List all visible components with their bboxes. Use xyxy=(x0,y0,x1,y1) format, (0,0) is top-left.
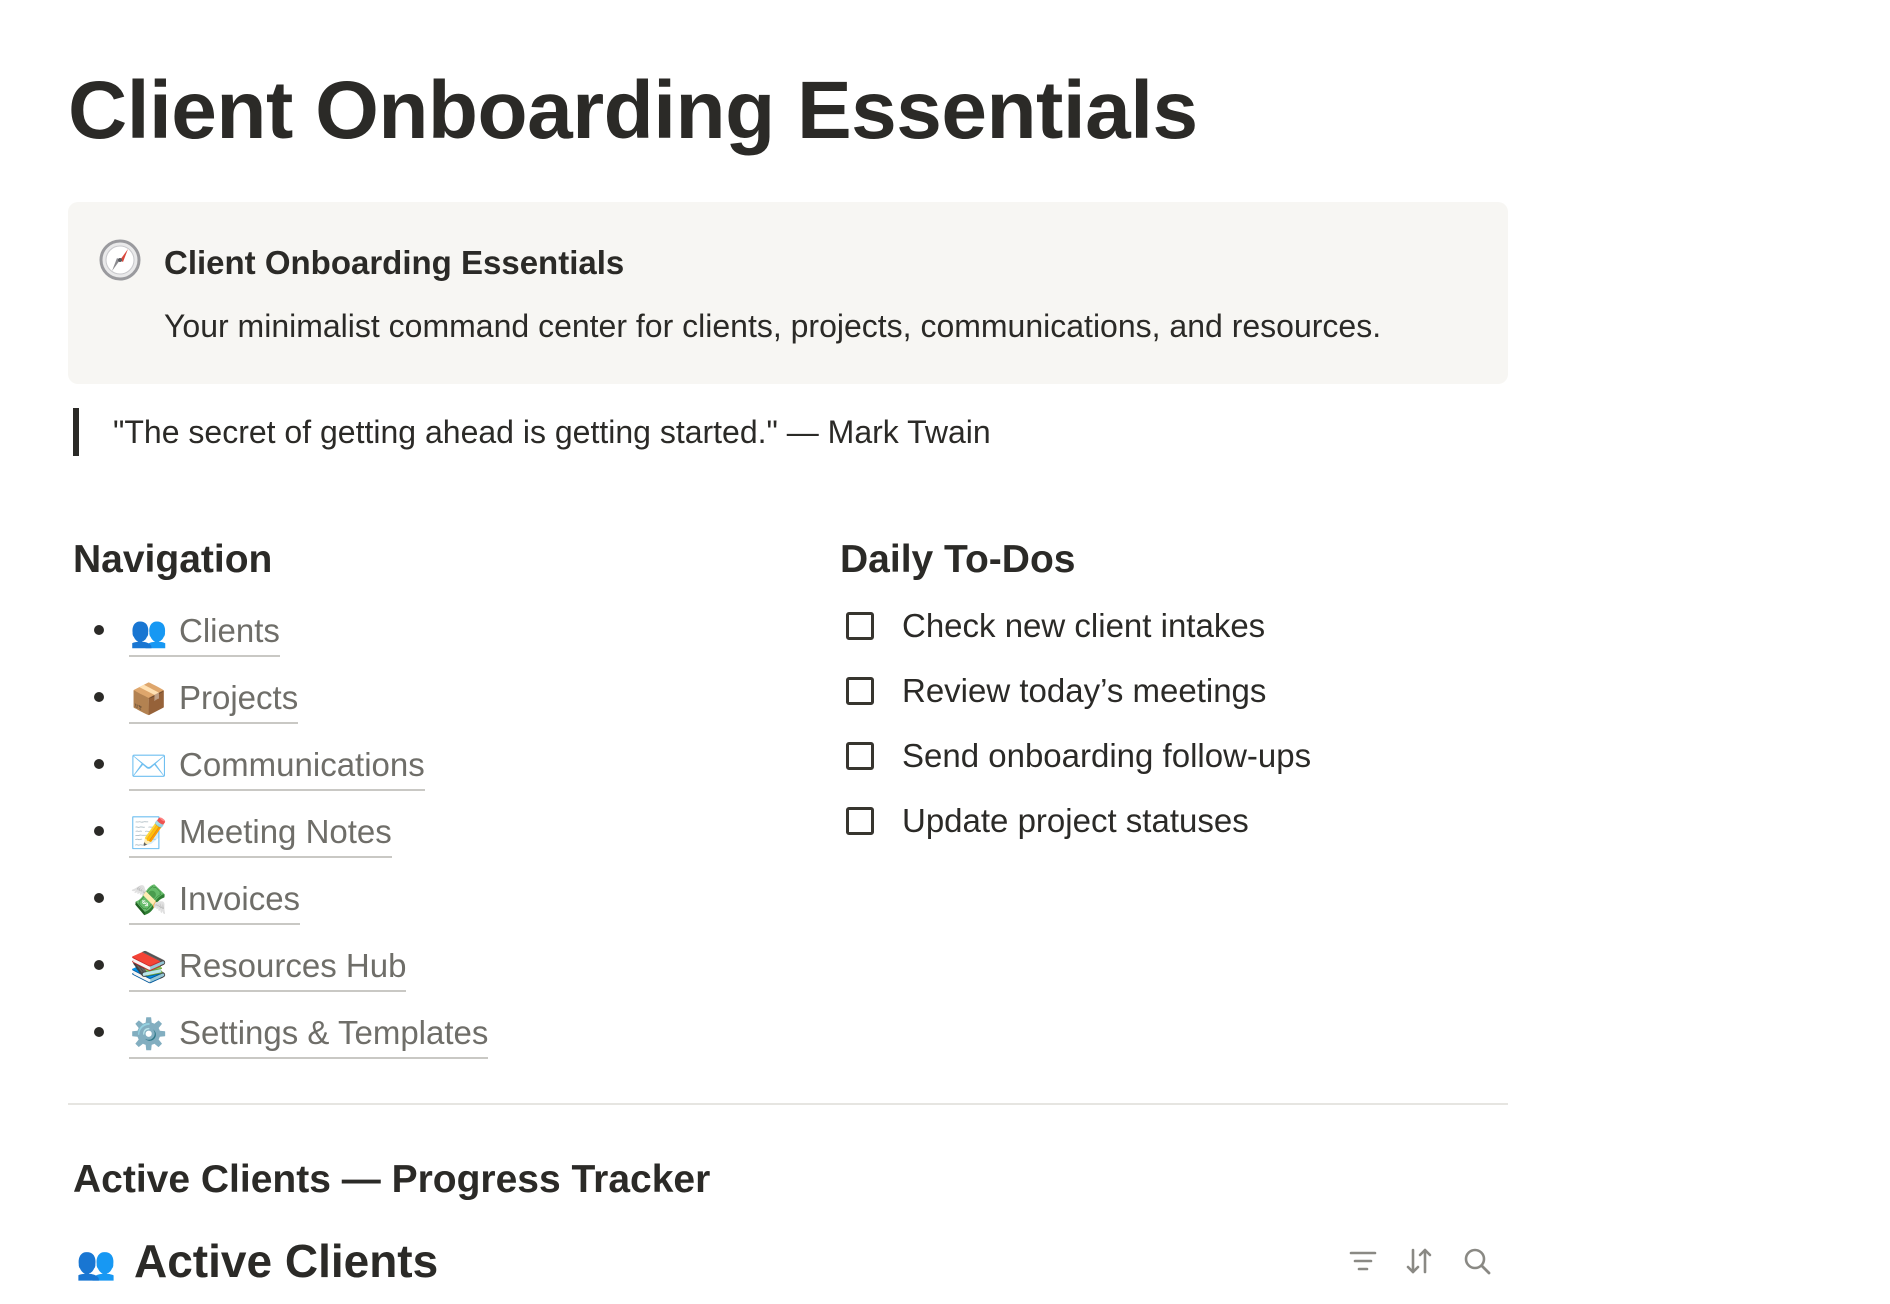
bullet-icon xyxy=(94,759,104,769)
todo-label[interactable]: Update project statuses xyxy=(902,801,1249,841)
nav-link-label: Clients xyxy=(179,612,280,649)
callout-title: Client Onboarding Essentials xyxy=(164,244,625,281)
bullet-icon xyxy=(94,826,104,836)
money-wings-icon: 💸 xyxy=(130,883,168,918)
database-header: 👥 Active Clients xyxy=(68,1230,1508,1290)
filter-icon[interactable] xyxy=(1346,1244,1380,1278)
section-divider xyxy=(68,1103,1508,1105)
todo-checkbox[interactable] xyxy=(846,677,874,705)
nav-link-clients[interactable]: 👥 Clients xyxy=(129,600,280,657)
nav-link-communications[interactable]: ✉️ Communications xyxy=(129,734,425,791)
tracker-heading: Active Clients — Progress Tracker xyxy=(73,1158,711,1201)
memo-icon: 📝 xyxy=(130,816,168,851)
gear-icon: ⚙️ xyxy=(130,1017,168,1052)
compass-icon xyxy=(98,238,142,282)
books-icon: 📚 xyxy=(130,950,168,985)
nav-link-label: Resources Hub xyxy=(179,947,407,984)
nav-link-label: Invoices xyxy=(179,880,301,917)
nav-link-settings-templates[interactable]: ⚙️ Settings & Templates xyxy=(129,1002,489,1059)
sort-icon[interactable] xyxy=(1402,1244,1436,1278)
navigation-heading: Navigation xyxy=(73,538,273,581)
todo-checkbox[interactable] xyxy=(846,612,874,640)
nav-link-meeting-notes[interactable]: 📝 Meeting Notes xyxy=(129,801,392,858)
todo-checkbox[interactable] xyxy=(846,807,874,835)
nav-link-invoices[interactable]: 💸 Invoices xyxy=(129,868,301,925)
intro-callout: Client Onboarding Essentials Your minima… xyxy=(68,202,1508,384)
bullet-icon xyxy=(94,625,104,635)
todo-label[interactable]: Check new client intakes xyxy=(902,606,1265,646)
nav-link-projects[interactable]: 📦 Projects xyxy=(129,667,299,724)
todo-label[interactable]: Send onboarding follow-ups xyxy=(902,736,1311,776)
todo-checkbox[interactable] xyxy=(846,742,874,770)
bullet-icon xyxy=(94,1027,104,1037)
bullet-icon xyxy=(94,960,104,970)
page-title: Client Onboarding Essentials xyxy=(68,65,1198,156)
package-icon: 📦 xyxy=(130,682,168,717)
quote-block: "The secret of getting ahead is getting … xyxy=(73,408,991,456)
envelope-icon: ✉️ xyxy=(130,749,168,784)
nav-link-label: Projects xyxy=(179,679,299,716)
people-icon: 👥 xyxy=(76,1244,116,1282)
todo-label[interactable]: Review today’s meetings xyxy=(902,671,1266,711)
nav-link-resources-hub[interactable]: 📚 Resources Hub xyxy=(129,935,407,992)
nav-link-label: Meeting Notes xyxy=(179,813,392,850)
bullet-icon xyxy=(94,893,104,903)
callout-body: Your minimalist command center for clien… xyxy=(164,308,1382,344)
database-title[interactable]: Active Clients xyxy=(134,1234,438,1288)
people-icon: 👥 xyxy=(130,615,168,650)
search-icon[interactable] xyxy=(1460,1244,1494,1278)
nav-link-label: Settings & Templates xyxy=(179,1014,489,1051)
nav-link-label: Communications xyxy=(179,746,425,783)
todos-heading: Daily To-Dos xyxy=(840,538,1076,581)
bullet-icon xyxy=(94,692,104,702)
